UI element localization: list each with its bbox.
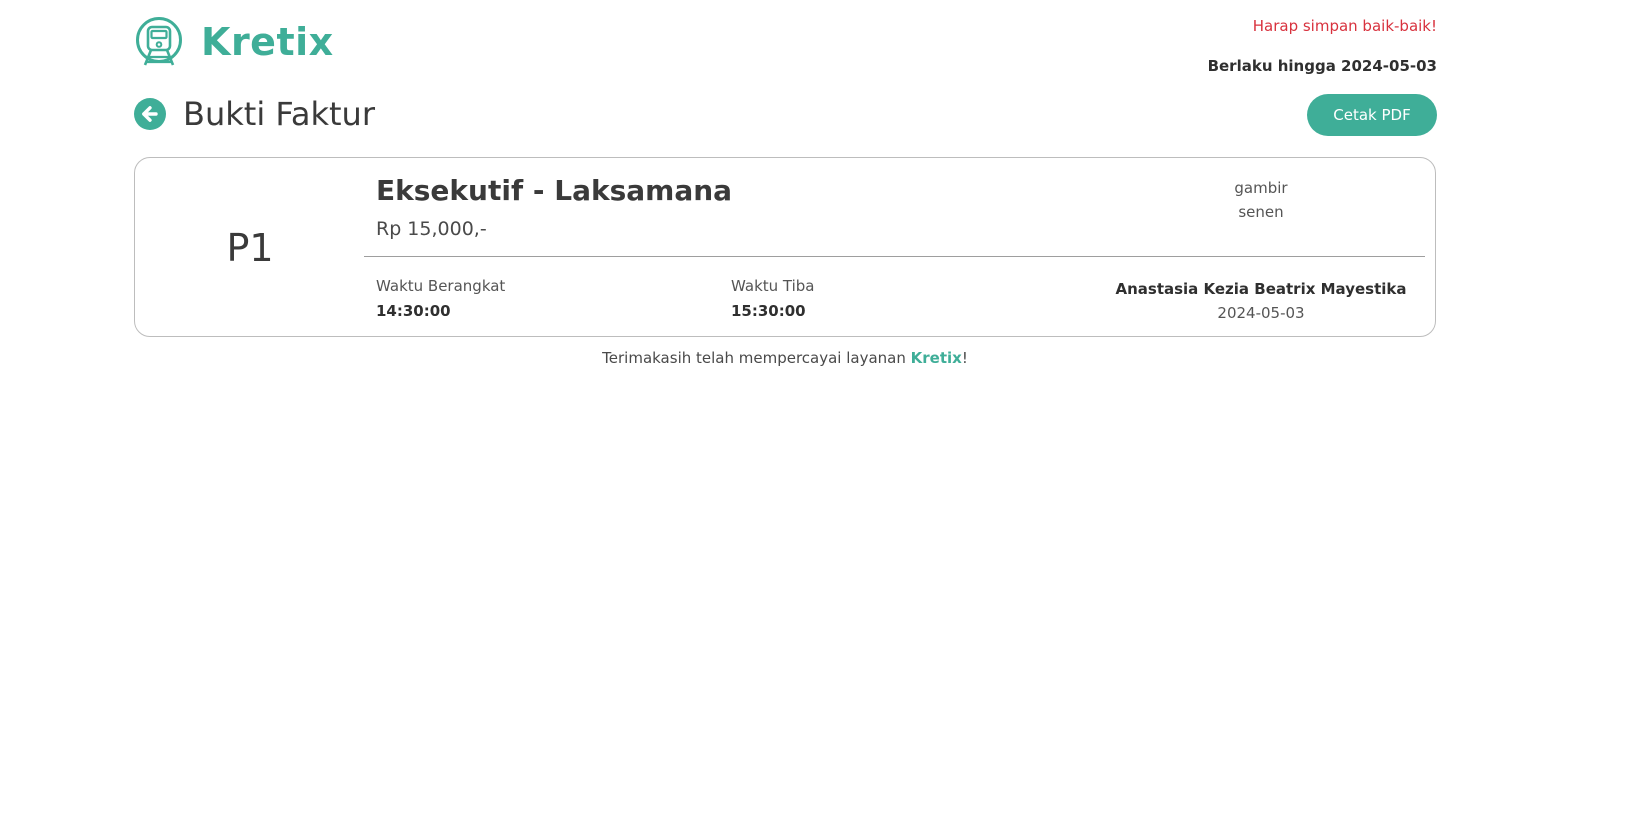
thank-you-note: Terimakasih telah mempercayai layanan Kr… [134,349,1436,367]
brand-name: Kretix [201,20,334,64]
destination-station: senen [1238,203,1284,221]
back-button[interactable] [134,98,166,130]
train-name: Eksekutif - Laksamana [376,174,733,207]
invoice-page: Kretix Harap simpan baik-baik! Berlaku h… [0,0,1636,828]
departure-label: Waktu Berangkat [376,277,506,295]
card-divider [364,256,1425,257]
thank-you-text: Terimakasih telah mempercayai layanan [602,349,911,367]
ticket-price: Rp 15,000,- [376,218,487,240]
departure-time: 14:30:00 [376,302,451,320]
origin-station: gambir [1234,179,1288,197]
keep-safe-warning: Harap simpan baik-baik! [1252,17,1437,35]
arrow-left-icon [142,106,158,122]
arrival-time: 15:30:00 [731,302,806,320]
print-pdf-button[interactable]: Cetak PDF [1307,94,1437,136]
brand[interactable]: Kretix [134,16,334,68]
valid-until-text: Berlaku hingga 2024-05-03 [1207,57,1437,75]
passenger-info: Anastasia Kezia Beatrix Mayestika 2024-0… [1091,277,1431,325]
passenger-name: Anastasia Kezia Beatrix Mayestika [1115,280,1407,298]
ticket-card: P1 Eksekutif - Laksamana Rp 15,000,- gam… [134,157,1436,337]
title-row: Bukti Faktur [134,94,375,134]
footer-brand-link[interactable]: Kretix [911,349,962,367]
page-title: Bukti Faktur [183,95,375,133]
seat-number: P1 [226,226,274,270]
thank-you-suffix: ! [961,349,968,367]
travel-date: 2024-05-03 [1217,304,1305,322]
arrival-label: Waktu Tiba [731,277,815,295]
route-stations: gambir senen [1151,176,1371,224]
train-icon [136,17,182,66]
